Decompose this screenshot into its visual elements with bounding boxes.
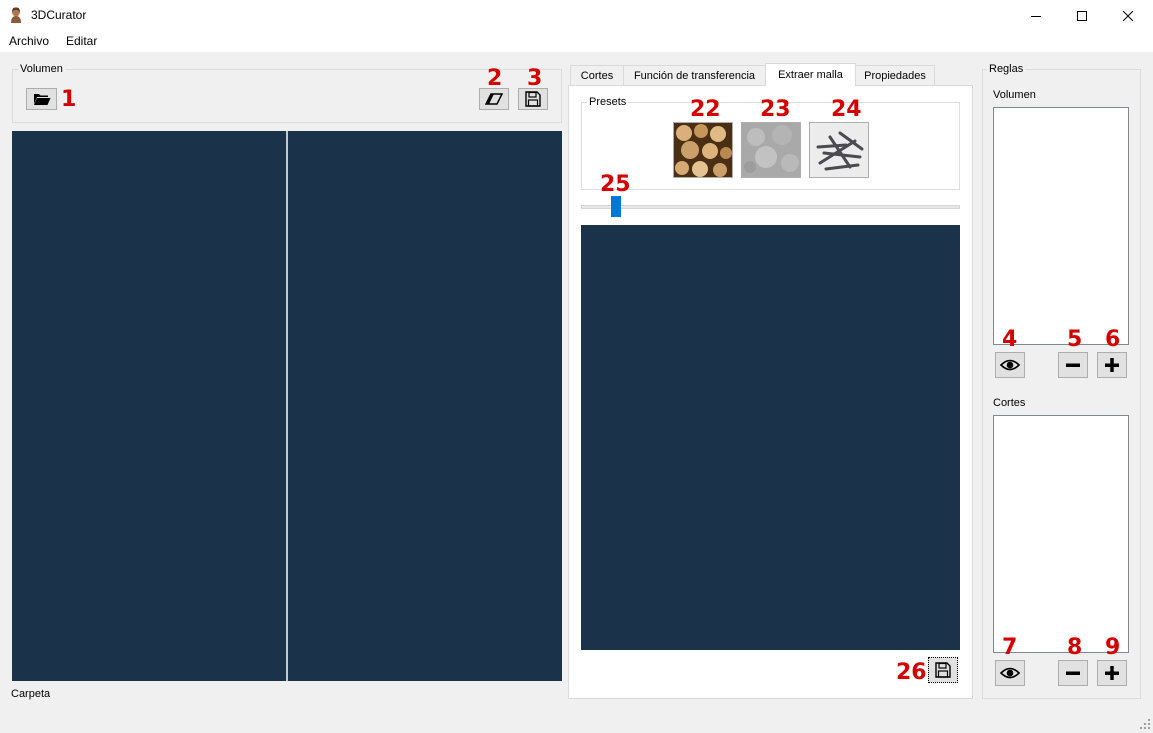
- nails-preset-button[interactable]: [809, 122, 869, 178]
- plus-icon: [1105, 358, 1119, 372]
- threshold-slider-track[interactable]: [581, 205, 960, 209]
- nails-preset-icon: [810, 123, 868, 177]
- volume-view-right[interactable]: [288, 131, 562, 681]
- tab-propiedades[interactable]: Propiedades: [855, 65, 935, 85]
- view-cortes-rule-button[interactable]: [995, 660, 1025, 686]
- title-bar: [0, 0, 1153, 31]
- window-title: 3DCurator: [31, 8, 87, 22]
- annotation-2: 2: [487, 66, 503, 91]
- tab-extraer-malla[interactable]: Extraer malla: [765, 63, 856, 86]
- annotation-8: 8: [1067, 635, 1083, 660]
- tab-funcion-transferencia[interactable]: Función de transferencia: [623, 65, 766, 85]
- rules-cortes-label: Cortes: [993, 397, 1026, 409]
- annotation-22: 22: [690, 97, 721, 122]
- open-folder-button[interactable]: [26, 88, 57, 110]
- minus-icon: [1066, 671, 1080, 675]
- menu-archivo[interactable]: Archivo: [9, 34, 49, 48]
- head-bust-icon: [9, 7, 23, 23]
- annotation-25: 25: [600, 172, 631, 197]
- annotation-4: 4: [1002, 327, 1018, 352]
- wood-preset-button[interactable]: [673, 122, 733, 178]
- annotation-26: 26: [896, 660, 927, 685]
- stone-preset-icon: [742, 123, 800, 177]
- annotation-23: 23: [760, 97, 791, 122]
- menu-editar[interactable]: Editar: [66, 34, 97, 48]
- mesh-preview-view[interactable]: [581, 225, 960, 650]
- maximize-button[interactable]: [1059, 0, 1105, 31]
- rules-volumen-label: Volumen: [993, 89, 1036, 101]
- annotation-1: 1: [61, 87, 77, 112]
- status-label: Carpeta: [11, 688, 51, 700]
- save-volume-button[interactable]: [518, 88, 548, 110]
- menu-bar: [0, 31, 1153, 52]
- annotation-3: 3: [527, 66, 543, 91]
- add-cortes-rule-button[interactable]: [1097, 660, 1127, 686]
- plus-icon: [1105, 666, 1119, 680]
- presets-group-title: Presets: [587, 96, 629, 108]
- minimize-icon: [1031, 15, 1041, 17]
- reglas-group-title: Reglas: [987, 63, 1026, 75]
- eye-icon: [1000, 359, 1020, 371]
- view-volumen-rule-button[interactable]: [995, 352, 1025, 378]
- save-mesh-button[interactable]: [928, 657, 958, 683]
- annotation-6: 6: [1105, 327, 1121, 352]
- threshold-slider-handle[interactable]: [610, 196, 621, 217]
- save-icon: [935, 662, 951, 678]
- annotation-7: 7: [1002, 635, 1018, 660]
- remove-cortes-rule-button[interactable]: [1058, 660, 1088, 686]
- folder-open-icon: [33, 94, 50, 105]
- cortes-rules-list[interactable]: [993, 415, 1129, 653]
- annotation-24: 24: [831, 97, 862, 122]
- wood-preset-icon: [674, 123, 732, 177]
- volume-view-left[interactable]: [12, 131, 286, 681]
- volumen-rules-list[interactable]: [993, 107, 1129, 345]
- close-icon: [1123, 10, 1133, 21]
- maximize-icon: [1077, 10, 1087, 21]
- stone-preset-button[interactable]: [741, 122, 801, 178]
- annotation-9: 9: [1105, 635, 1121, 660]
- tab-cortes[interactable]: Cortes: [570, 65, 624, 85]
- eraser-icon: [485, 93, 503, 105]
- add-volumen-rule-button[interactable]: [1097, 352, 1127, 378]
- eye-icon: [1000, 667, 1020, 679]
- volumen-group-title: Volumen: [18, 63, 65, 75]
- save-icon: [525, 91, 541, 107]
- minus-icon: [1066, 363, 1080, 367]
- close-button[interactable]: [1105, 0, 1151, 31]
- resize-grip-icon[interactable]: [1139, 718, 1151, 730]
- remove-volumen-rule-button[interactable]: [1058, 352, 1088, 378]
- minimize-button[interactable]: [1013, 0, 1059, 31]
- erase-button[interactable]: [479, 88, 509, 110]
- annotation-5: 5: [1067, 327, 1083, 352]
